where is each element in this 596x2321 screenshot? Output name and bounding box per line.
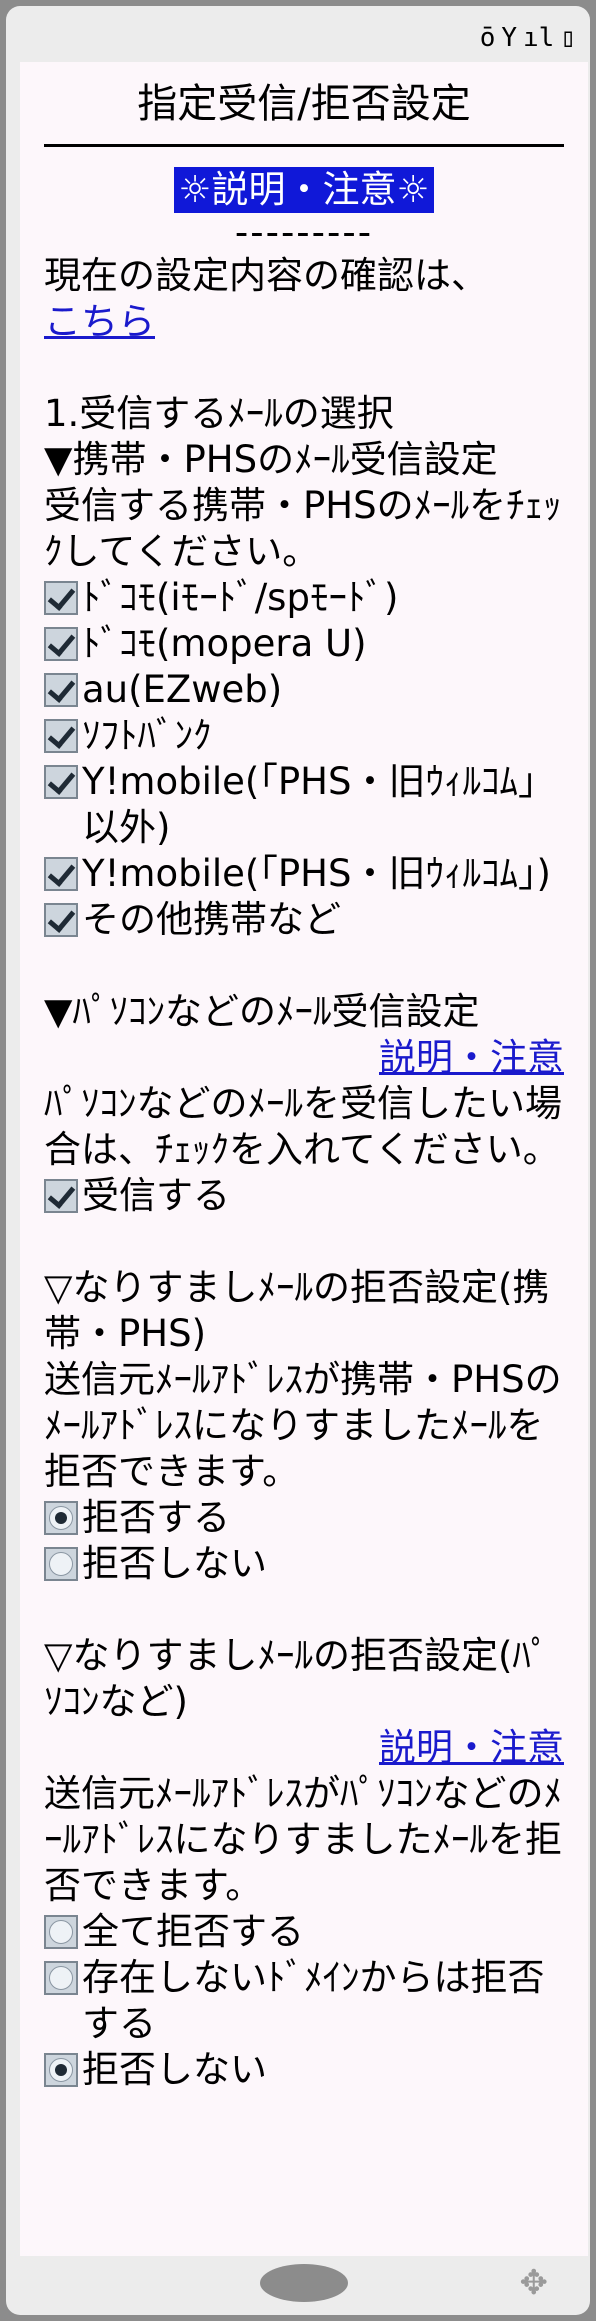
carrier-checkbox-softbank[interactable]: ｿﾌﾄﾊﾞﾝｸ — [44, 713, 564, 759]
radio-label: 存在しないﾄﾞﾒｲﾝからは拒否する — [82, 1956, 545, 2045]
spoof-mobile-option-allow[interactable]: 拒否しない — [44, 1541, 564, 1587]
radio-label: 拒否しない — [82, 2048, 267, 2091]
checkbox-checked-icon[interactable] — [44, 627, 78, 661]
mobile-receive-description: 受信する携帯・PHSのﾒｰﾙをﾁｪｯｸしてください。 — [44, 484, 562, 573]
carrier-checkbox-au[interactable]: au(EZweb) — [44, 667, 564, 713]
spoof-mobile-description: 送信元ﾒｰﾙｱﾄﾞﾚｽが携帯・PHSのﾒｰﾙｱﾄﾞﾚｽになりすましたﾒｰﾙを拒否… — [44, 1358, 562, 1493]
browser-screen: 指定受信/拒否設定 ☼説明・注意☼ --------- 現在の設定内容の確認は、… — [20, 62, 588, 2256]
checkbox-checked-icon[interactable] — [44, 765, 78, 799]
dpad-icon[interactable]: ✥ — [520, 2266, 549, 2300]
section1-heading: 1.受信するﾒｰﾙの選択 — [44, 392, 394, 435]
radio-label: 拒否する — [82, 1496, 230, 1539]
phone-frame: ō Y ıl ▯ 指定受信/拒否設定 ☼説明・注意☼ --------- 現在の… — [6, 6, 590, 2315]
checkbox-checked-icon[interactable] — [44, 1179, 78, 1213]
radio-selected-icon[interactable] — [44, 1501, 78, 1535]
spoof-pc-heading: ▽なりすましﾒｰﾙの拒否設定(ﾊﾟｿｺﾝなど) — [44, 1634, 550, 1723]
page-title: 指定受信/拒否設定 — [44, 74, 564, 147]
bottom-bar: ✥ — [20, 2258, 588, 2308]
pc-notice-link[interactable]: 説明・注意 — [379, 1036, 564, 1079]
mobile-receive-heading: ▼携帯・PHSのﾒｰﾙ受信設定 — [44, 438, 498, 481]
spoof-pc-option-reject-all[interactable]: 全て拒否する — [44, 1909, 564, 1955]
radio-selected-icon[interactable] — [44, 2053, 78, 2087]
pc-receive-checkbox[interactable]: 受信する — [44, 1173, 564, 1219]
carrier-checkbox-docomo-imode[interactable]: ﾄﾞｺﾓ(iﾓｰﾄﾞ/spﾓｰﾄﾞ) — [44, 575, 564, 621]
carrier-label: au(EZweb) — [82, 668, 283, 711]
checkbox-checked-icon[interactable] — [44, 903, 78, 937]
carrier-label: Y!mobile(「PHS・旧ｳｨﾙｺﾑ」以外) — [82, 760, 555, 849]
pc-receive-label: 受信する — [82, 1174, 230, 1217]
sim-icon: ō — [479, 23, 496, 53]
carrier-label: ﾄﾞｺﾓ(mopera U) — [82, 622, 367, 665]
radio-unselected-icon[interactable] — [44, 1961, 78, 1995]
center-softkey[interactable] — [260, 2264, 348, 2302]
notice-banner: ☼説明・注意☼ — [174, 167, 434, 213]
pc-receive-heading: ▼ﾊﾟｿｺﾝなどのﾒｰﾙ受信設定 — [44, 990, 480, 1033]
spoof-pc-notice-link[interactable]: 説明・注意 — [379, 1726, 564, 1769]
pc-receive-description: ﾊﾟｿｺﾝなどのﾒｰﾙを受信したい場合は、ﾁｪｯｸを入れてください。 — [44, 1082, 562, 1171]
antenna-icon: Y — [501, 23, 518, 53]
radio-unselected-icon[interactable] — [44, 1547, 78, 1581]
carrier-checkbox-ymobile-phs[interactable]: Y!mobile(「PHS・旧ｳｨﾙｺﾑ」) — [44, 851, 564, 897]
signal-icon: ıl — [523, 23, 555, 53]
carrier-checkbox-other[interactable]: その他携帯など — [44, 897, 564, 943]
radio-label: 拒否しない — [82, 1542, 267, 1585]
spoof-pc-option-reject-nonexistent[interactable]: 存在しないﾄﾞﾒｲﾝからは拒否する — [44, 1955, 564, 2047]
checkbox-checked-icon[interactable] — [44, 581, 78, 615]
spoof-pc-option-allow[interactable]: 拒否しない — [44, 2047, 564, 2093]
battery-icon: ▯ — [560, 23, 576, 53]
carrier-label: ﾄﾞｺﾓ(iﾓｰﾄﾞ/spﾓｰﾄﾞ) — [82, 576, 399, 619]
carrier-label: ｿﾌﾄﾊﾞﾝｸ — [82, 714, 212, 757]
spoof-mobile-option-reject[interactable]: 拒否する — [44, 1495, 564, 1541]
checkbox-checked-icon[interactable] — [44, 857, 78, 891]
divider-dashes: --------- — [234, 211, 374, 254]
radio-label: 全て拒否する — [82, 1910, 304, 1953]
carrier-checkbox-docomo-mopera[interactable]: ﾄﾞｺﾓ(mopera U) — [44, 621, 564, 667]
spoof-pc-description: 送信元ﾒｰﾙｱﾄﾞﾚｽがﾊﾟｿｺﾝなどのﾒｰﾙｱﾄﾞﾚｽになりすましたﾒｰﾙを拒… — [44, 1772, 562, 1907]
current-settings-link[interactable]: こちら — [44, 300, 155, 343]
radio-unselected-icon[interactable] — [44, 1915, 78, 1949]
spoof-mobile-heading: ▽なりすましﾒｰﾙの拒否設定(携帯・PHS) — [44, 1266, 550, 1355]
status-bar: ō Y ıl ▯ — [20, 16, 588, 60]
checkbox-checked-icon[interactable] — [44, 673, 78, 707]
carrier-checkbox-ymobile-nonphs[interactable]: Y!mobile(「PHS・旧ｳｨﾙｺﾑ」以外) — [44, 759, 564, 851]
carrier-label: その他携帯など — [82, 898, 341, 941]
intro-text: 現在の設定内容の確認は、 — [44, 254, 488, 297]
carrier-label: Y!mobile(「PHS・旧ｳｨﾙｺﾑ」) — [82, 852, 551, 895]
checkbox-checked-icon[interactable] — [44, 719, 78, 753]
